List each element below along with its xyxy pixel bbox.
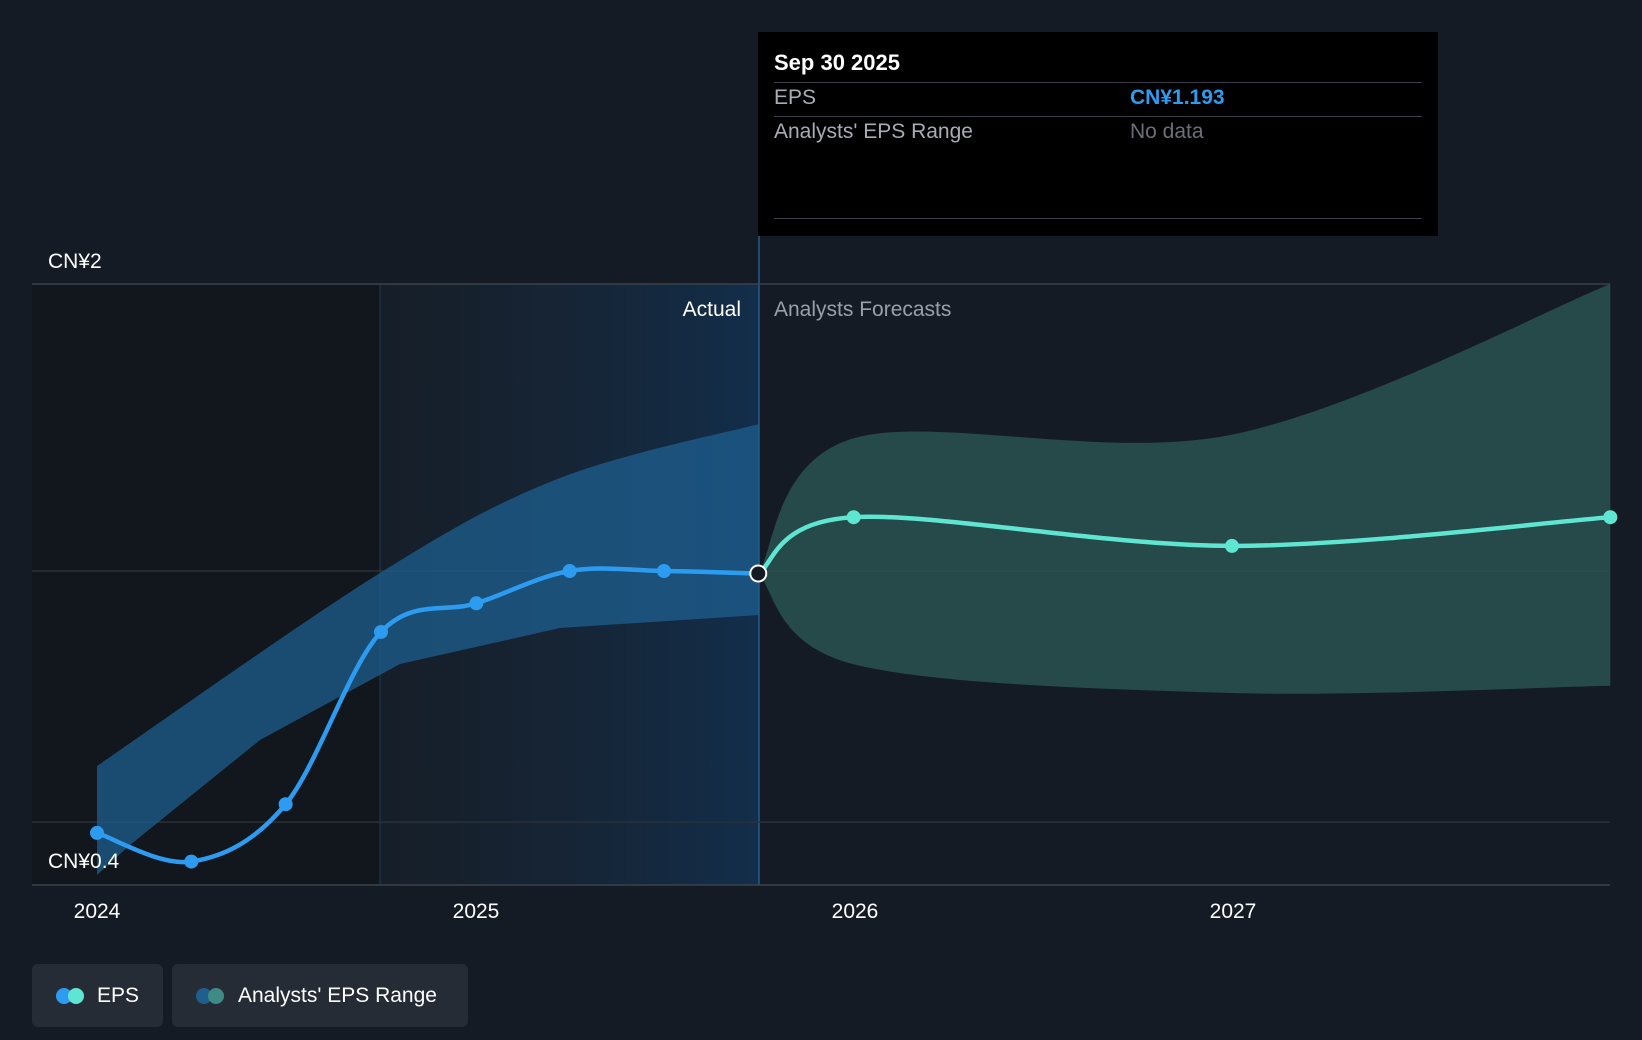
forecast-section-label: Analysts Forecasts — [774, 298, 951, 321]
tooltip-eps-value: CN¥1.193 — [1130, 86, 1225, 109]
eps-range-legend-icon — [196, 987, 226, 1004]
x-tick-2025: 2025 — [453, 900, 500, 923]
y-tick-bottom: CN¥0.4 — [48, 850, 120, 873]
eps-legend-icon — [56, 987, 85, 1004]
tooltip-divider — [774, 82, 1422, 83]
y-tick-top: CN¥2 — [48, 250, 102, 273]
x-tick-2026: 2026 — [832, 900, 879, 923]
actual-data-point[interactable] — [656, 564, 671, 578]
tooltip-divider — [774, 116, 1422, 117]
actual-data-point[interactable] — [374, 624, 388, 639]
forecast-data-point[interactable] — [1224, 538, 1239, 553]
tooltip-range-label: Analysts' EPS Range — [774, 120, 973, 143]
actual-data-point[interactable] — [184, 854, 199, 869]
tooltip-eps-label: EPS — [774, 86, 817, 109]
actual-data-point[interactable] — [562, 564, 577, 578]
tooltip-divider — [774, 218, 1422, 219]
forecast-range-band — [758, 284, 1611, 694]
legend-item-eps-range[interactable]: Analysts' EPS Range — [172, 964, 468, 1027]
past-shade — [32, 284, 380, 885]
x-tick-2027: 2027 — [1210, 900, 1257, 923]
actual-section-label: Actual — [683, 298, 741, 321]
x-tick-2024: 2024 — [74, 900, 121, 923]
forecast-data-point[interactable] — [1603, 510, 1618, 525]
legend-item-eps[interactable]: EPS — [32, 964, 163, 1027]
tooltip: Sep 30 2025 EPS CN¥1.193 Analysts' EPS R… — [758, 32, 1438, 236]
forecast-data-point[interactable] — [846, 510, 861, 525]
actual-data-point[interactable] — [278, 797, 293, 812]
selected-data-point[interactable] — [749, 564, 768, 583]
actual-data-point[interactable] — [469, 596, 484, 611]
legend-label-eps: EPS — [96, 983, 139, 1007]
legend-label-eps-range: Analysts' EPS Range — [238, 983, 437, 1007]
actual-data-point[interactable] — [90, 825, 104, 840]
tooltip-range-value: No data — [1130, 120, 1204, 143]
tooltip-date: Sep 30 2025 — [774, 50, 900, 75]
